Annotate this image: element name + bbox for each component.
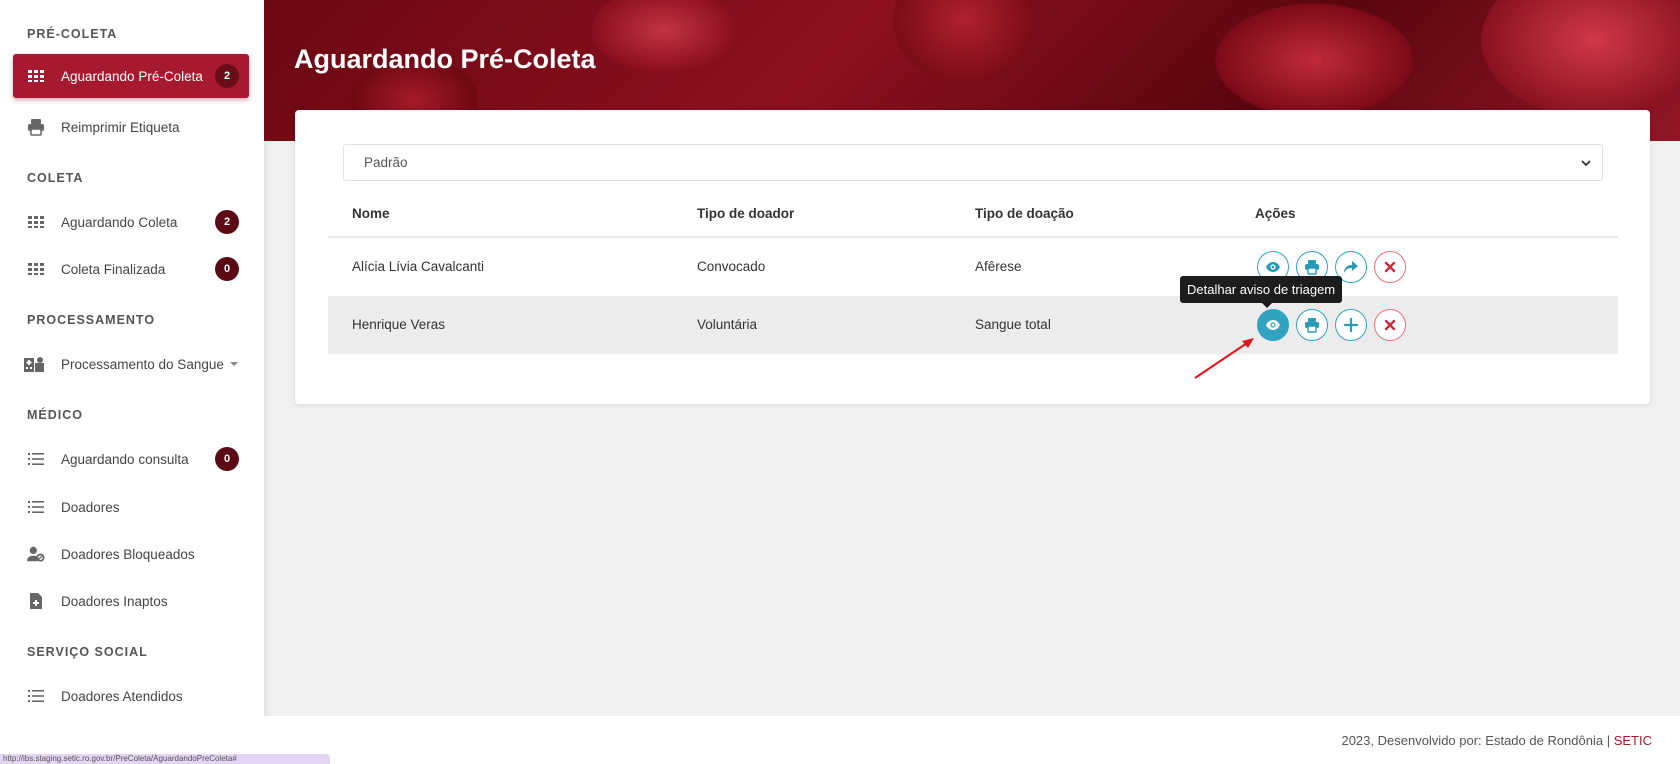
filter-select[interactable]: Padrão bbox=[343, 144, 1603, 181]
sidebar-item-label: Aguardando consulta bbox=[61, 451, 189, 467]
close-icon bbox=[1384, 319, 1396, 331]
section-title-pre-coleta: PRÉ-COLETA bbox=[27, 27, 118, 41]
section-title-coleta: COLETA bbox=[27, 171, 84, 185]
cell-tipo-doador: Voluntária bbox=[697, 317, 758, 332]
sidebar-item-label: Aguardando Pré-Coleta bbox=[61, 68, 203, 84]
sidebar: PRÉ-COLETA Aguardando Pré-Coleta 2 Reimp… bbox=[0, 0, 264, 764]
cell-tipo-doador: Convocado bbox=[697, 259, 766, 274]
plus-icon bbox=[1343, 317, 1359, 333]
count-badge: 0 bbox=[215, 257, 239, 281]
sidebar-item-aguardando-consulta[interactable]: Aguardando consulta 0 bbox=[13, 437, 249, 481]
grid-icon bbox=[27, 67, 45, 85]
cancel-button[interactable] bbox=[1374, 251, 1406, 283]
footer: 2023, Desenvolvido por: Estado de Rondôn… bbox=[264, 716, 1680, 764]
printer-icon bbox=[1305, 260, 1319, 275]
list-icon bbox=[27, 687, 45, 705]
section-title-medico: MÉDICO bbox=[27, 408, 83, 422]
header-nome: Nome bbox=[352, 206, 390, 221]
table-row: Henrique Veras Voluntária Sangue total bbox=[328, 296, 1618, 354]
count-badge: 2 bbox=[215, 64, 239, 88]
close-icon bbox=[1384, 261, 1396, 273]
footer-text: 2023, Desenvolvido por: Estado de Rondôn… bbox=[1341, 733, 1652, 748]
sidebar-item-label: Processamento do Sangue bbox=[61, 356, 224, 372]
sidebar-item-label: Doadores Atendidos bbox=[61, 688, 183, 704]
count-badge: 2 bbox=[215, 210, 239, 234]
sidebar-item-label: Reimprimir Etiqueta bbox=[61, 119, 180, 135]
cell-tipo-doacao: Sangue total bbox=[975, 317, 1051, 332]
chevron-down-icon bbox=[1581, 160, 1591, 167]
sidebar-item-aguardando-pre-coleta[interactable]: Aguardando Pré-Coleta 2 bbox=[13, 54, 249, 98]
header-tipo-doador: Tipo de doador bbox=[697, 206, 795, 221]
sidebar-item-label: Coleta Finalizada bbox=[61, 261, 166, 277]
printer-icon bbox=[1305, 318, 1319, 333]
annotation-arrow-icon bbox=[1194, 338, 1254, 379]
view-button[interactable] bbox=[1257, 309, 1289, 341]
sidebar-item-label: Doadores Bloqueados bbox=[61, 546, 195, 562]
cancel-button[interactable] bbox=[1374, 309, 1406, 341]
sidebar-item-reimprimir-etiqueta[interactable]: Reimprimir Etiqueta bbox=[13, 105, 249, 149]
sidebar-item-doadores-bloqueados[interactable]: Doadores Bloqueados bbox=[13, 532, 249, 576]
sidebar-item-doadores-atendidos[interactable]: Doadores Atendidos bbox=[13, 674, 249, 718]
list-icon bbox=[27, 498, 45, 516]
sidebar-item-doadores-inaptos[interactable]: Doadores Inaptos bbox=[13, 579, 249, 623]
grid-icon bbox=[27, 260, 45, 278]
filter-select-value: Padrão bbox=[364, 155, 408, 170]
hospital-icon bbox=[23, 355, 45, 373]
sidebar-item-aguardando-coleta[interactable]: Aguardando Coleta 2 bbox=[13, 200, 249, 244]
sidebar-item-processamento-sangue[interactable]: Processamento do Sangue bbox=[13, 342, 249, 386]
sidebar-item-label: Doadores Inaptos bbox=[61, 593, 168, 609]
table-header: Nome Tipo de doador Tipo de doação Ações bbox=[328, 190, 1618, 238]
file-medical-icon bbox=[27, 592, 45, 610]
cell-nome: Henrique Veras bbox=[352, 317, 446, 332]
tooltip: Detalhar aviso de triagem bbox=[1180, 276, 1343, 308]
cell-nome: Alícia Lívia Cavalcanti bbox=[352, 259, 485, 274]
sidebar-item-label: Doadores bbox=[61, 499, 120, 515]
sidebar-item-label: Aguardando Coleta bbox=[61, 214, 178, 230]
eye-icon bbox=[1266, 262, 1280, 272]
eye-icon bbox=[1266, 320, 1280, 330]
page-title: Aguardando Pré-Coleta bbox=[294, 44, 596, 74]
section-title-processamento: PROCESSAMENTO bbox=[27, 313, 156, 327]
header-acoes: Ações bbox=[1255, 206, 1296, 221]
print-button[interactable] bbox=[1296, 309, 1328, 341]
user-block-icon bbox=[27, 545, 45, 563]
printer-icon bbox=[27, 118, 45, 136]
footer-brand-link[interactable]: SETIC bbox=[1614, 733, 1652, 748]
caret-down-icon bbox=[229, 362, 238, 366]
table-row: Alícia Lívia Cavalcanti Convocado Afêres… bbox=[328, 238, 1618, 296]
sidebar-item-coleta-finalizada[interactable]: Coleta Finalizada 0 bbox=[13, 247, 249, 291]
share-icon bbox=[1344, 261, 1358, 273]
browser-status-bar: http://ibs.staging.setic.ro.gov.br/PreCo… bbox=[0, 754, 330, 764]
grid-icon bbox=[27, 213, 45, 231]
count-badge: 0 bbox=[215, 447, 239, 471]
footer-credit: 2023, Desenvolvido por: Estado de Rondôn… bbox=[1341, 733, 1614, 748]
list-icon bbox=[27, 450, 45, 468]
add-button[interactable] bbox=[1335, 309, 1367, 341]
row-actions bbox=[1257, 309, 1406, 341]
content-card: Padrão Nome Tipo de doador Tipo de doaçã… bbox=[295, 110, 1650, 404]
header-tipo-doacao: Tipo de doação bbox=[975, 206, 1074, 221]
sidebar-item-doadores[interactable]: Doadores bbox=[13, 485, 249, 529]
section-title-servico-social: SERVIÇO SOCIAL bbox=[27, 645, 148, 659]
cell-tipo-doacao: Afêrese bbox=[975, 259, 1022, 274]
